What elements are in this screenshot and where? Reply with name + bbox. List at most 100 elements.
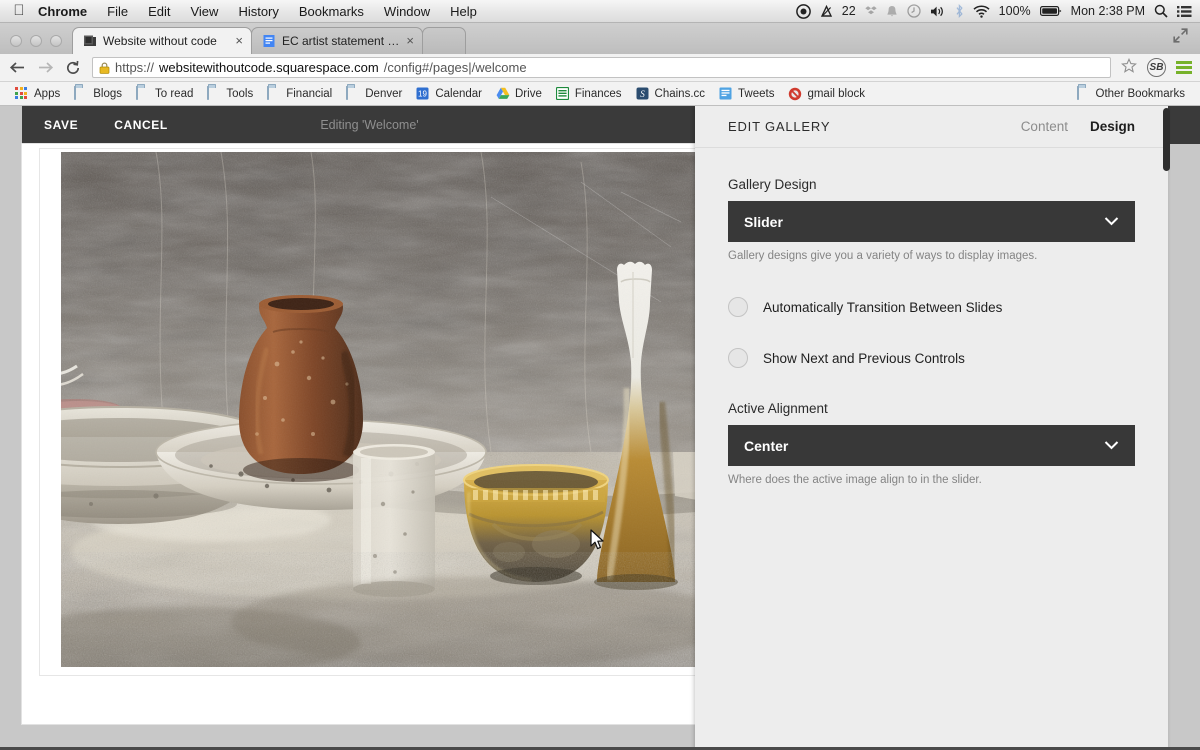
bookmark-tools[interactable]: Tools xyxy=(200,86,260,100)
gallery-block[interactable] xyxy=(39,148,699,676)
volume-icon[interactable] xyxy=(930,5,946,18)
bookmark-calendar[interactable]: 19 Calendar xyxy=(409,87,489,100)
menu-item-history[interactable]: History xyxy=(228,4,288,19)
show-controls-row[interactable]: Show Next and Previous Controls xyxy=(728,339,1135,377)
panel-title: EDIT GALLERY xyxy=(728,119,831,134)
chrome-window: Website without code × EC artist stateme… xyxy=(0,23,1200,750)
wifi-icon[interactable] xyxy=(973,4,990,18)
forward-arrow-icon[interactable] xyxy=(36,60,54,75)
battery-icon[interactable] xyxy=(1039,5,1062,17)
active-alignment-label: Active Alignment xyxy=(728,401,828,416)
tab-content[interactable]: Content xyxy=(1021,119,1068,134)
active-alignment-select[interactable]: Center xyxy=(728,425,1135,466)
bookmark-financial[interactable]: Financial xyxy=(260,86,339,100)
folder-icon xyxy=(74,86,88,100)
spotlight-search-icon[interactable] xyxy=(1154,4,1168,18)
alfred-icon[interactable] xyxy=(820,4,833,18)
bookmark-to-read[interactable]: To read xyxy=(129,86,200,100)
url-prefix: https:// xyxy=(115,60,155,75)
auto-transition-label: Automatically Transition Between Slides xyxy=(763,299,1003,315)
chrome-menu-icon[interactable] xyxy=(1176,61,1192,74)
bell-icon[interactable] xyxy=(886,5,898,18)
window-controls[interactable] xyxy=(0,35,72,54)
bookmark-denver[interactable]: Denver xyxy=(339,86,409,100)
close-window-button[interactable] xyxy=(10,35,22,47)
block-icon xyxy=(788,87,802,101)
bookmark-label: Financial xyxy=(286,87,333,100)
menu-item-file[interactable]: File xyxy=(97,4,138,19)
notification-center-icon[interactable] xyxy=(1177,5,1192,18)
bluetooth-icon[interactable] xyxy=(955,4,964,18)
menu-item-bookmarks[interactable]: Bookmarks xyxy=(289,4,374,19)
profile-avatar[interactable]: SB xyxy=(1147,58,1166,77)
edit-gallery-panel: EDIT GALLERY Content Design Gallery Desi… xyxy=(695,106,1168,750)
bookmark-label: Finances xyxy=(574,87,622,100)
bookmark-apps[interactable]: Apps xyxy=(8,87,67,100)
url-domain: websitewithoutcode.squarespace.com xyxy=(159,60,379,75)
bookmark-tweets[interactable]: Tweets xyxy=(712,87,781,100)
tab-design[interactable]: Design xyxy=(1090,119,1135,134)
reload-icon[interactable] xyxy=(64,60,82,76)
clock-label[interactable]: Mon 2:38 PM xyxy=(1071,4,1145,18)
editor-save-button[interactable]: SAVE xyxy=(44,118,78,132)
tweets-icon xyxy=(719,87,733,100)
show-controls-label: Show Next and Previous Controls xyxy=(763,350,965,366)
gallery-slide-image[interactable] xyxy=(61,152,697,667)
bookmark-label: Tweets xyxy=(738,87,775,100)
bookmark-drive[interactable]: Drive xyxy=(489,87,549,100)
dropbox-icon[interactable] xyxy=(864,5,877,17)
alfred-count-label: 22 xyxy=(841,4,856,18)
auto-transition-row[interactable]: Automatically Transition Between Slides xyxy=(728,288,1135,326)
show-controls-checkbox[interactable] xyxy=(728,348,748,368)
bookmark-finances[interactable]: Finances xyxy=(549,86,629,101)
bookmark-label: Other Bookmarks xyxy=(1095,87,1185,100)
time-machine-icon[interactable] xyxy=(907,4,921,18)
menu-item-view[interactable]: View xyxy=(180,4,228,19)
macos-menu-bar:  Chrome File Edit View History Bookmark… xyxy=(0,0,1200,23)
bookmark-star-icon[interactable] xyxy=(1121,57,1137,78)
bookmark-other-bookmarks[interactable]: Other Bookmarks xyxy=(1070,86,1192,100)
google-docs-favicon xyxy=(262,34,276,48)
record-icon[interactable] xyxy=(795,3,811,19)
chevron-down-icon xyxy=(1104,438,1119,453)
bookmark-label: Tools xyxy=(226,87,254,100)
bookmark-label: Drive xyxy=(515,87,542,100)
gallery-design-help: Gallery designs give you a variety of wa… xyxy=(728,250,1038,262)
apps-grid-icon xyxy=(15,87,29,100)
bookmark-gmail-block[interactable]: gmail block xyxy=(781,87,872,101)
bookmark-blogs[interactable]: Blogs xyxy=(67,86,129,100)
fullscreen-expand-icon[interactable] xyxy=(1173,28,1200,54)
google-drive-icon xyxy=(496,87,510,100)
auto-transition-checkbox[interactable] xyxy=(728,297,748,317)
editor-cancel-button[interactable]: CANCEL xyxy=(114,118,168,132)
bookmark-label: To read xyxy=(155,87,194,100)
gallery-design-value: Slider xyxy=(744,213,783,230)
folder-icon xyxy=(136,86,150,100)
tab-strip: Website without code × EC artist stateme… xyxy=(0,23,1200,54)
back-arrow-icon[interactable] xyxy=(8,60,26,75)
active-alignment-help: Where does the active image align to in … xyxy=(728,474,982,486)
bookmark-chains-cc[interactable]: S Chains.cc xyxy=(629,87,713,100)
calendar-icon: 19 xyxy=(416,87,430,100)
bookmark-label: gmail block xyxy=(807,87,865,100)
tab-ec-artist-statement[interactable]: EC artist statement v1 - G × xyxy=(251,27,423,54)
scrollbar-thumb[interactable] xyxy=(1163,108,1170,171)
canvas-left-gutter xyxy=(0,144,22,746)
apple-logo-icon[interactable]:  xyxy=(12,3,26,19)
menu-item-chrome[interactable]: Chrome xyxy=(28,4,97,19)
folder-icon xyxy=(1076,86,1091,100)
address-bar[interactable]: https:// websitewithoutcode.squarespace.c… xyxy=(92,57,1111,78)
tab-website-without-code[interactable]: Website without code × xyxy=(72,27,252,54)
close-tab-icon[interactable]: × xyxy=(235,34,243,47)
folder-icon xyxy=(346,86,360,100)
panel-scrollbar[interactable] xyxy=(1163,106,1170,750)
new-tab-button[interactable] xyxy=(422,27,466,54)
minimize-window-button[interactable] xyxy=(30,35,42,47)
menu-item-window[interactable]: Window xyxy=(374,4,440,19)
close-tab-icon[interactable]: × xyxy=(406,34,414,47)
page-viewport: SAVE CANCEL Editing 'Welcome' EDIT GALLE… xyxy=(0,106,1200,750)
menu-item-edit[interactable]: Edit xyxy=(138,4,180,19)
gallery-design-select[interactable]: Slider xyxy=(728,201,1135,242)
menu-item-help[interactable]: Help xyxy=(440,4,487,19)
zoom-window-button[interactable] xyxy=(50,35,62,47)
